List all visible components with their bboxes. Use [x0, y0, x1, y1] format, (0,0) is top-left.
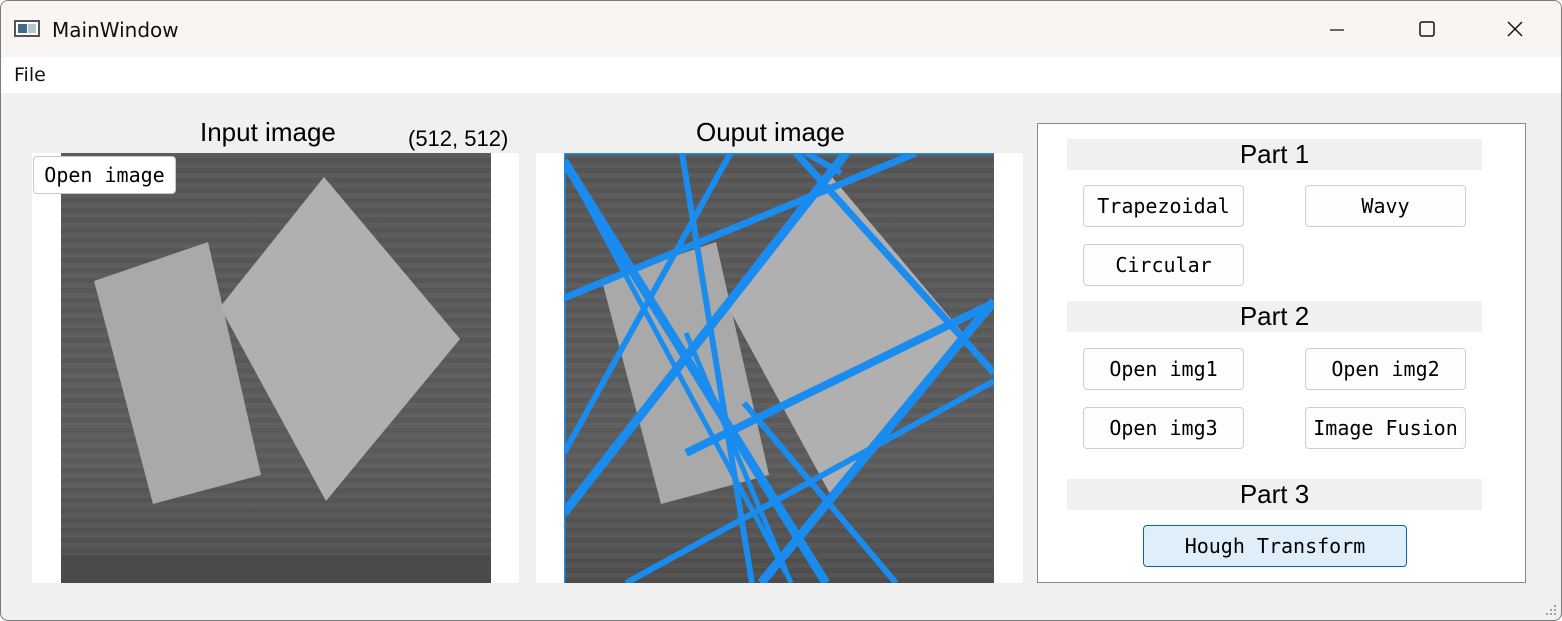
- input-image-frame: [32, 153, 519, 583]
- circular-button[interactable]: Circular: [1083, 244, 1244, 286]
- output-image: [564, 153, 994, 583]
- main-window: MainWindow File Input image (512, 512) O…: [0, 0, 1562, 621]
- maximize-icon: [1419, 21, 1435, 37]
- maximize-button[interactable]: [1397, 5, 1457, 53]
- close-icon: [1507, 21, 1523, 37]
- output-image-label: Ouput image: [696, 117, 845, 147]
- window-title: MainWindow: [52, 18, 179, 42]
- trapezoidal-button[interactable]: Trapezoidal: [1083, 185, 1244, 227]
- minimize-button[interactable]: [1307, 5, 1367, 53]
- open-img1-button[interactable]: Open img1: [1083, 348, 1244, 390]
- menu-bar: File: [1, 57, 1561, 93]
- input-image: [61, 153, 491, 583]
- part3-header: Part 3: [1067, 479, 1482, 510]
- hough-transform-button[interactable]: Hough Transform: [1143, 525, 1407, 567]
- app-icon: [14, 20, 40, 37]
- open-image-button[interactable]: Open image: [33, 156, 176, 194]
- image-fusion-button[interactable]: Image Fusion: [1305, 407, 1466, 449]
- close-button[interactable]: [1485, 5, 1545, 53]
- input-image-label: Input image: [200, 117, 336, 147]
- output-image-frame: [536, 153, 1023, 583]
- open-img2-button[interactable]: Open img2: [1305, 348, 1466, 390]
- image-size-label: (512, 512): [408, 126, 509, 151]
- title-bar[interactable]: MainWindow: [1, 1, 1561, 57]
- wavy-button[interactable]: Wavy: [1305, 185, 1466, 227]
- part2-header: Part 2: [1067, 301, 1482, 332]
- resize-grip-icon[interactable]: [1543, 602, 1557, 616]
- menu-file[interactable]: File: [14, 64, 46, 86]
- part1-header: Part 1: [1067, 139, 1482, 170]
- minimize-icon: [1330, 29, 1344, 31]
- open-img3-button[interactable]: Open img3: [1083, 407, 1244, 449]
